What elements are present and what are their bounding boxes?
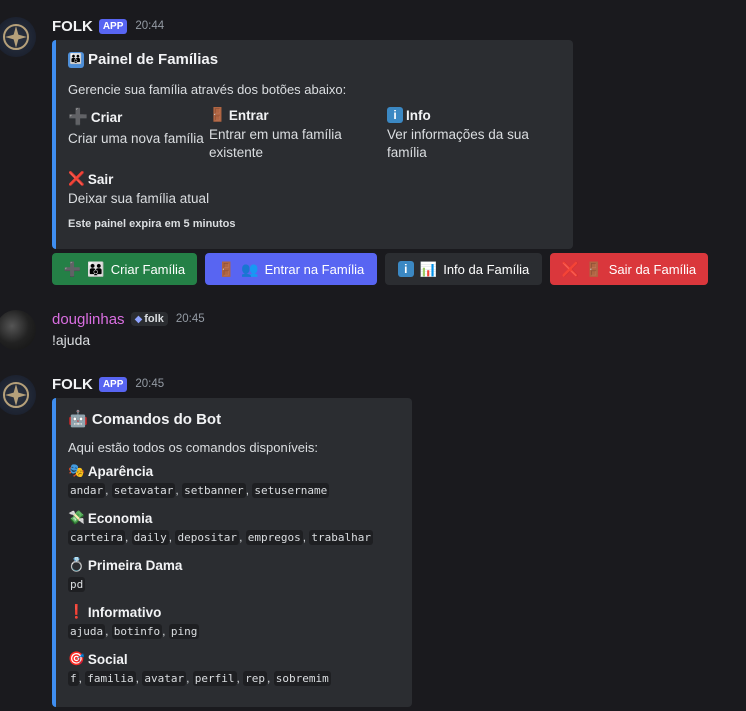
field-sair: ❌ Sair Deixar sua família atual (68, 171, 210, 206)
family-info-button[interactable]: i 📊 Info da Família (385, 253, 542, 285)
username[interactable]: FOLK (52, 376, 93, 393)
field-social: 🎯 Social f, familia, avatar, perfil, rep,… (68, 651, 331, 686)
info-icon: i (387, 107, 403, 123)
plus-icon: ➕ (63, 260, 82, 277)
plus-icon: ➕ (68, 109, 88, 126)
command-list: ajuda, botinfo, ping (68, 624, 200, 639)
message-content: !ajuda (52, 332, 91, 348)
username[interactable]: douglinhas (52, 311, 125, 328)
message-header: FOLK APP 20:45 (52, 374, 164, 394)
chart-icon: 📊 (419, 260, 438, 277)
username[interactable]: FOLK (52, 18, 93, 35)
embed-description: Aqui estão todos os comandos disponíveis… (68, 440, 319, 455)
info-icon: i (397, 261, 414, 277)
door-icon: 🚪 (217, 260, 236, 277)
leave-family-button[interactable]: ❌ 🚪 Sair da Família (550, 253, 708, 285)
app-badge: APP (98, 18, 128, 34)
timestamp[interactable]: 20:45 (135, 378, 164, 390)
command-list: pd (68, 577, 86, 592)
money-icon: 💸 (68, 510, 85, 525)
bot-avatar[interactable] (0, 375, 36, 415)
cross-icon: ❌ (68, 171, 85, 186)
leaf-icon: ◆ (134, 313, 143, 325)
join-family-button[interactable]: 🚪 👥 Entrar na Família (205, 253, 377, 285)
field-aparencia: 🎭 Aparência andar, setavatar, setbanner, … (68, 463, 330, 498)
timestamp[interactable]: 20:44 (135, 20, 164, 32)
command-list: carteira, daily, depositar, empregos, tr… (68, 530, 373, 545)
ring-icon: 💍 (68, 557, 85, 572)
embed-description: Gerencie sua família através dos botões … (68, 82, 347, 97)
embed-title: 🤖 Comandos do Bot (68, 410, 222, 429)
door-icon: 🚪 (209, 107, 226, 122)
robot-icon: 🤖 (68, 411, 88, 428)
family-icon: 👪 (87, 260, 105, 277)
user-avatar[interactable] (0, 310, 36, 350)
people-icon: 👥 (241, 260, 259, 277)
command-list: f, familia, avatar, perfil, rep, sobremi… (68, 671, 331, 686)
embed-footer: Este painel expira em 5 minutos (68, 218, 236, 230)
guild-tag[interactable]: ◆ folk (130, 312, 168, 326)
family-icon: 👪 (68, 51, 84, 68)
timestamp[interactable]: 20:45 (176, 313, 205, 325)
field-criar: ➕ Criar Criar uma nova família (68, 109, 204, 146)
help-embed: 🤖 Comandos do Bot Aqui estão todos os co… (52, 398, 412, 707)
family-panel-embed: 👪 Painel de Famílias Gerencie sua famíli… (52, 40, 573, 249)
cross-icon: ❌ (561, 260, 580, 277)
bot-avatar[interactable] (0, 17, 36, 57)
field-info: i Info Ver informações da sua família (387, 107, 529, 160)
field-economia: 💸 Economia carteira, daily, depositar, em… (68, 510, 373, 545)
field-entrar: 🚪 Entrar Entrar em uma família existente (209, 107, 342, 160)
create-family-button[interactable]: ➕ 👪 Criar Família (52, 253, 197, 285)
masks-icon: 🎭 (68, 463, 85, 478)
door-icon: 🚪 (585, 260, 603, 277)
field-primeira-dama: 💍 Primeira Dama pd (68, 557, 183, 592)
embed-title: 👪 Painel de Famílias (68, 51, 219, 68)
app-badge: APP (98, 376, 128, 392)
target-icon: 🎯 (68, 651, 85, 666)
exclamation-icon: ❗ (68, 604, 85, 619)
field-informativo: ❗ Informativo ajuda, botinfo, ping (68, 604, 200, 639)
message-header: FOLK APP 20:44 (52, 16, 164, 36)
command-list: andar, setavatar, setbanner, setusername (68, 483, 330, 498)
message-header: douglinhas ◆ folk 20:45 (52, 309, 205, 329)
